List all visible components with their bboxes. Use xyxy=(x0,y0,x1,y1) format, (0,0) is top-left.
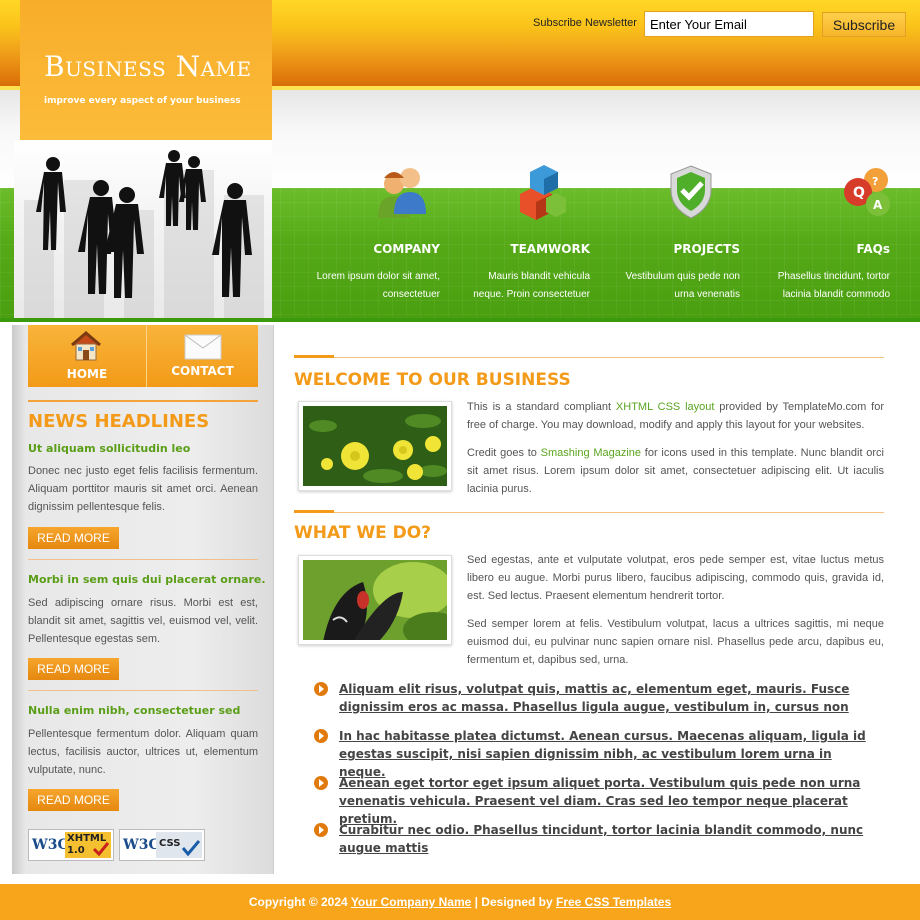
designer-link[interactable]: Free CSS Templates xyxy=(556,895,671,909)
list-link[interactable]: In hac habitasse platea dictumst. Aenean… xyxy=(339,727,874,781)
list-link[interactable]: Curabitur nec odio. Phasellus tincidunt,… xyxy=(339,821,874,857)
xhtml-css-link[interactable]: XHTML CSS layout xyxy=(616,401,715,413)
blocks-icon xyxy=(512,160,570,224)
list-link[interactable]: Aenean eget tortor eget ipsum aliquet po… xyxy=(339,774,874,828)
read-more-button[interactable]: READ MORE xyxy=(28,527,119,549)
bullet-arrow-icon xyxy=(314,776,328,790)
read-more-button[interactable]: READ MORE xyxy=(28,789,119,811)
news-title[interactable]: Nulla enim nibh, consectetuer sed xyxy=(28,704,240,717)
list-link[interactable]: Aliquam elit risus, volutpat quis, matti… xyxy=(339,680,874,716)
news-heading: NEWS HEADLINES xyxy=(28,411,210,432)
qa-bubbles-icon: Q A ? xyxy=(838,160,896,224)
svg-text:Q: Q xyxy=(853,185,865,201)
bullet-arrow-icon xyxy=(314,729,328,743)
tagline: improve every aspect of your business xyxy=(44,96,241,106)
feature-desc: Phasellus tincidunt, tortor lacinia bland… xyxy=(777,271,890,300)
section-accent xyxy=(294,510,334,513)
feature-title: COMPANY xyxy=(373,242,440,256)
envelope-icon xyxy=(184,334,222,360)
section-accent xyxy=(294,355,334,358)
w3c-xhtml-badge[interactable]: W3C XHTML 1.0 xyxy=(28,829,114,861)
nav-contact-label: CONTACT xyxy=(171,364,234,378)
news-text: Pellentesque fermentum dolor. Aliquam qu… xyxy=(28,728,258,776)
feature-desc: Vestibulum quis pede non urna venenatis xyxy=(625,271,740,300)
section-divider xyxy=(294,357,884,358)
whatwedo-paragraph-1: Sed egestas, ante et vulputate volutpat,… xyxy=(467,554,884,602)
feature-title: PROJECTS xyxy=(673,242,740,256)
welcome-paragraph-1: This is a standard compliant XHTML CSS l… xyxy=(467,401,884,431)
business-name: Business Name xyxy=(44,50,252,83)
nav-contact[interactable]: CONTACT xyxy=(147,325,258,387)
news-divider xyxy=(28,559,258,560)
shield-check-icon xyxy=(662,160,720,224)
subscribe-label: Subscribe Newsletter xyxy=(533,17,637,29)
section-divider xyxy=(294,512,884,513)
welcome-heading: WELCOME TO OUR BUSINESS xyxy=(294,370,571,390)
logo-block[interactable]: Business Name improve every aspect of yo… xyxy=(20,0,272,140)
smashing-magazine-link[interactable]: Smashing Magazine xyxy=(541,447,641,459)
news-title[interactable]: Ut aliquam sollicitudin leo xyxy=(28,442,190,455)
bullet-arrow-icon xyxy=(314,823,328,837)
footer: Copyright © 2024 Your Company Name | Des… xyxy=(0,884,920,920)
designed-by-text: | Designed by xyxy=(471,895,556,909)
feature-desc: Mauris blandit vehicula neque. Proin cons… xyxy=(473,271,590,300)
silhouettes-icon xyxy=(36,150,252,298)
news-title[interactable]: Morbi in sem quis dui placerat ornare. xyxy=(28,573,266,586)
bullet-arrow-icon xyxy=(314,682,328,696)
page: Business Name improve every aspect of yo… xyxy=(0,0,920,920)
svg-text:?: ? xyxy=(872,175,878,188)
welcome-paragraph-2: Credit goes to Smashing Magazine for ico… xyxy=(467,447,884,495)
feature-divider xyxy=(0,318,920,322)
read-more-button[interactable]: READ MORE xyxy=(28,658,119,680)
svg-text:A: A xyxy=(873,198,883,212)
nav-home[interactable]: HOME xyxy=(28,325,146,387)
feature-desc: Lorem ipsum dolor sit amet, consectetuer xyxy=(316,271,440,300)
nav-home-label: HOME xyxy=(66,367,108,381)
news-text: Donec nec justo eget felis facilisis fer… xyxy=(28,465,258,513)
w3c-css-badge[interactable]: W3C CSS xyxy=(119,829,205,861)
subscribe-button[interactable]: Subscribe xyxy=(822,12,906,37)
check-icon xyxy=(93,842,109,856)
business-people-image xyxy=(14,140,272,318)
whatwedo-paragraph-2: Sed semper lorem at felis. Vestibulum vo… xyxy=(467,618,884,666)
sidebar-divider xyxy=(28,400,258,402)
home-icon xyxy=(71,331,101,361)
people-icon xyxy=(372,160,430,224)
flowers-image xyxy=(298,401,452,491)
feature-title: FAQs xyxy=(856,242,890,256)
butterfly-image xyxy=(298,555,452,645)
news-divider xyxy=(28,690,258,691)
check-icon xyxy=(182,840,200,856)
whatwedo-heading: WHAT WE DO? xyxy=(294,523,432,543)
feature-title: TEAMWORK xyxy=(510,242,590,256)
copyright-text: Copyright © 2024 xyxy=(248,895,351,909)
email-input[interactable] xyxy=(644,11,814,37)
news-text: Sed adipiscing ornare risus. Morbi est e… xyxy=(28,597,258,645)
company-link[interactable]: Your Company Name xyxy=(351,895,471,909)
